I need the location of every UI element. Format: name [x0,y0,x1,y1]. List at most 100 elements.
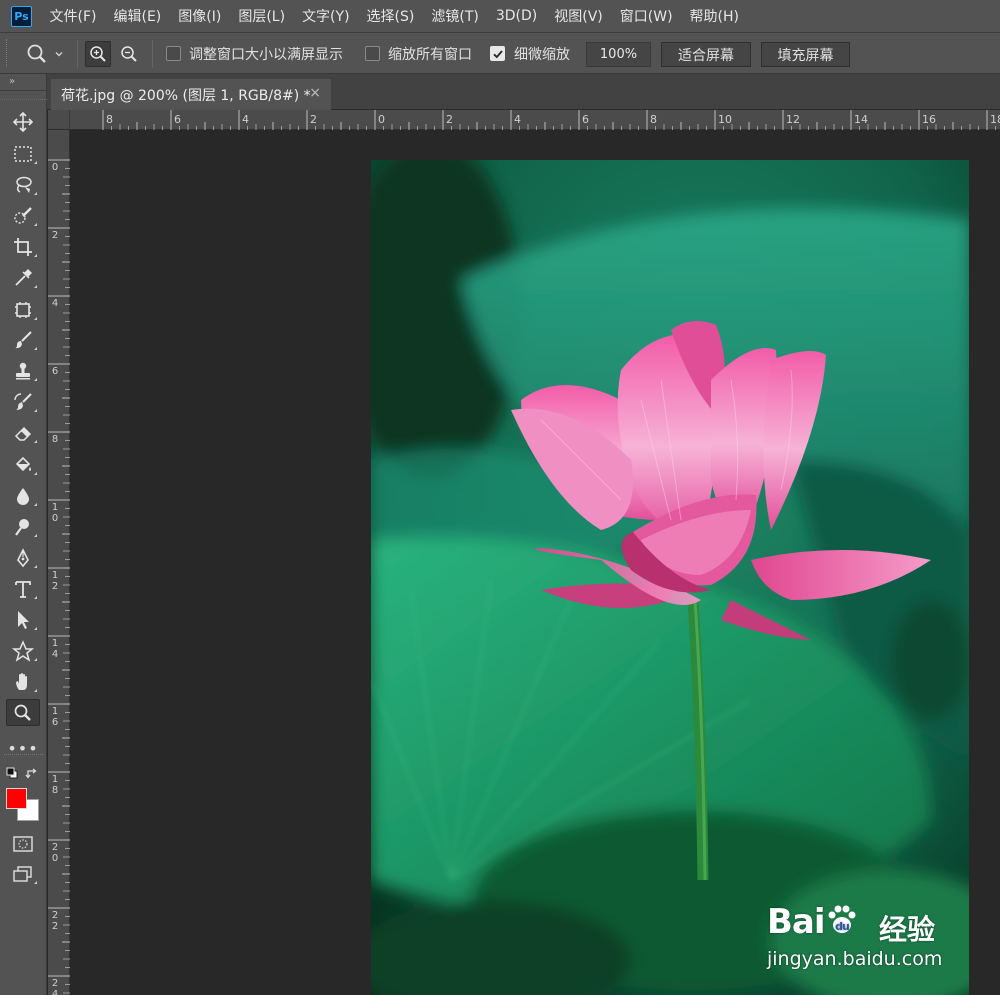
resize-windows-checkbox[interactable] [166,46,181,61]
ruler-h-label: 2 [310,113,317,126]
collapse-panel-icon[interactable]: » [9,76,15,87]
zoom-in-icon [90,46,106,62]
ruler-h-label: 14 [854,113,868,126]
menu-view[interactable]: 视图(V) [546,0,612,32]
screen-mode-icon [13,865,32,882]
options-grip[interactable] [6,39,8,67]
ruler-v-label: 1 0 [51,502,59,524]
panel-grip[interactable] [0,90,47,100]
ruler-v-label: 1 4 [51,638,59,660]
stamp-tool[interactable] [6,357,40,384]
menu-file[interactable]: 文件(F) [41,0,105,32]
divider [77,40,78,68]
close-icon[interactable]: × [309,85,321,101]
menu-bar: Ps 文件(F) 编辑(E) 图像(I) 图层(L) 文字(Y) 选择(S) 滤… [0,0,1000,32]
marquee-tool[interactable] [6,140,40,167]
eyedropper-tool[interactable] [6,264,40,291]
zoom-all-windows-checkbox[interactable] [365,46,380,61]
zoom-preset-icon [27,44,46,63]
ruler-v-label: 1 6 [51,706,59,728]
hand-tool[interactable] [6,668,40,695]
default-colors-icon[interactable] [6,767,18,779]
checkmark-icon [492,49,503,58]
quick-mask-button[interactable] [6,830,40,857]
lotus-photo[interactable] [371,160,969,995]
menu-help[interactable]: 帮助(H) [681,0,747,32]
ruler-h-label: 8 [650,113,657,126]
watermark-url: jingyan.baidu.com [767,948,943,970]
pen-tool[interactable] [6,544,40,571]
quick-select-icon [14,206,32,224]
zoom-all-windows-label: 缩放所有窗口 [388,47,472,63]
path-select-tool[interactable] [6,606,40,633]
ruler-v-label: 4 [51,298,59,309]
zoom-icon [14,704,31,721]
ruler-v-label: 0 [51,162,59,173]
ruler-h-label: 10 [718,113,732,126]
ruler-origin[interactable] [48,110,70,130]
ruler-h-label: 0 [378,113,385,126]
stamp-icon [16,362,30,379]
vertical-ruler[interactable]: 0 2 4 6 8 1 0 1 2 1 4 1 6 1 8 2 0 2 2 2 4 [48,130,70,995]
zoom-out-button[interactable] [116,41,142,67]
brush-icon [15,330,32,348]
crop-tool[interactable] [6,233,40,260]
frame-tool[interactable] [6,296,40,323]
ruler-h-label: 6 [174,113,181,126]
crop-icon [14,237,32,256]
paint-bucket-tool[interactable] [6,451,40,478]
eraser-tool[interactable] [6,419,40,446]
ruler-h-label: 2 [446,113,453,126]
menu-type[interactable]: 文字(Y) [294,0,358,32]
lasso-icon [16,176,32,193]
menu-filter[interactable]: 滤镜(T) [423,0,487,32]
menu-edit[interactable]: 编辑(E) [105,0,170,32]
svg-text:du: du [835,920,849,933]
menu-window[interactable]: 窗口(W) [611,0,681,32]
shape-tool[interactable] [6,637,40,664]
ruler-v-label: 1 8 [51,774,59,796]
zoom-tool[interactable] [6,699,40,726]
ruler-h-label: 16 [922,113,936,126]
paint-bucket-icon [15,456,31,471]
ruler-h-label: 4 [514,113,521,126]
move-icon [12,111,34,132]
type-tool[interactable] [6,575,40,602]
ruler-v-label: 1 2 [51,570,59,592]
ruler-h-label: 8 [106,113,113,126]
baidu-watermark: Bai du 经验 jingyan.baidu.com [767,888,957,978]
foreground-color-swatch[interactable] [6,788,27,809]
blur-tool[interactable] [6,482,40,509]
screen-mode-button[interactable] [6,860,40,887]
photoshop-window: Ps 文件(F) 编辑(E) 图像(I) 图层(L) 文字(Y) 选择(S) 滤… [0,0,1000,995]
brush-tool[interactable] [6,326,40,353]
menu-layer[interactable]: 图层(L) [230,0,294,32]
dodge-tool[interactable] [6,513,40,540]
scrubby-zoom-checkbox[interactable] [490,46,505,61]
zoom-out-icon [121,46,137,62]
tool-preset-picker[interactable] [25,41,69,67]
move-tool[interactable] [6,108,40,135]
frame-icon [15,301,31,318]
fill-screen-button[interactable]: 填充屏幕 [761,42,850,67]
menu-3d[interactable]: 3D(D) [487,0,545,32]
shape-icon [12,639,34,662]
lasso-tool[interactable] [6,171,40,198]
menu-image[interactable]: 图像(I) [170,0,230,32]
watermark-brand: Bai du [767,902,859,942]
chevron-down-icon [55,52,63,57]
quick-select-tool[interactable] [6,202,40,229]
more-tools-icon[interactable]: ••• [6,738,40,758]
document-tab-title: 荷花.jpg @ 200% (图层 1, RGB/8#) * [61,87,311,104]
history-brush-icon [14,392,32,410]
fit-screen-button[interactable]: 适合屏幕 [661,42,751,67]
horizontal-ruler[interactable]: 8 6 4 2 0 2 4 6 8 10 12 14 16 18 [70,110,1000,130]
document-tab[interactable]: 荷花.jpg @ 200% (图层 1, RGB/8#) * × [51,79,331,110]
zoom-percent-field[interactable]: 100% [586,42,651,67]
ruler-v-label: 2 [51,230,59,241]
menu-select[interactable]: 选择(S) [358,0,423,32]
history-brush-tool[interactable] [6,388,40,415]
zoom-in-button[interactable] [85,41,111,67]
swap-colors-icon[interactable] [25,766,39,780]
quick-mask-icon [13,835,33,852]
